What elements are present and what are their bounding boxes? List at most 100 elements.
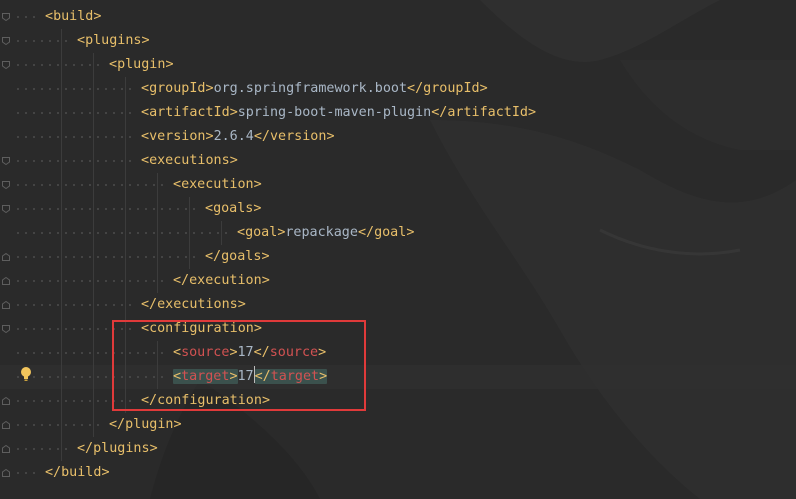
bracket: > [319, 369, 328, 384]
fold-marker-icon[interactable] [2, 37, 10, 45]
code-line[interactable]: <artifactId>spring-boot-maven-plugin</ar… [0, 101, 796, 125]
code-text[interactable]: </execution> [173, 269, 270, 293]
bracket: < [173, 177, 182, 192]
whitespace-dots [14, 280, 169, 282]
whitespace-dots [14, 136, 137, 138]
bracket: > [229, 345, 238, 360]
fold-marker-icon[interactable] [2, 253, 10, 261]
intention-bulb-icon[interactable] [20, 366, 32, 382]
code-line[interactable]: <source>17</source> [0, 341, 796, 365]
fold-marker-icon[interactable] [2, 301, 10, 309]
code-text[interactable]: <groupId>org.springframework.boot</group… [141, 77, 488, 101]
bracket: > [479, 81, 488, 96]
bracket: > [205, 129, 214, 144]
code-line[interactable]: </execution> [0, 269, 796, 293]
fold-marker-icon[interactable] [2, 325, 10, 333]
bracket: </ [141, 297, 158, 312]
whitespace-dots [14, 208, 201, 210]
close-tag: </target> [254, 369, 328, 384]
fold-marker-icon[interactable] [2, 13, 10, 21]
whitespace-dots [14, 88, 137, 90]
fold-marker-icon[interactable] [2, 421, 10, 429]
whitespace-dots [14, 448, 73, 450]
code-line[interactable]: <goals> [0, 197, 796, 221]
bracket: > [173, 417, 182, 432]
bracket: </ [253, 129, 270, 144]
fold-marker-icon[interactable] [2, 469, 10, 477]
fold-marker-icon[interactable] [2, 157, 10, 165]
code-text[interactable]: <goal>repackage</goal> [237, 221, 414, 245]
tag-name: plugins [93, 441, 150, 456]
code-line[interactable]: </build> [0, 461, 796, 485]
code-line[interactable]: <execution> [0, 173, 796, 197]
close-tag: </version> [254, 129, 335, 144]
tag-name: configuration [157, 393, 262, 408]
tag-name: version [149, 129, 206, 144]
code-line[interactable]: <target>17</target> [0, 365, 796, 389]
bracket: < [237, 225, 246, 240]
code-text[interactable]: <version>2.6.4</version> [141, 125, 335, 149]
code-text[interactable]: </plugin> [109, 413, 182, 437]
whitespace-dots [14, 184, 169, 186]
fold-marker-icon[interactable] [2, 181, 10, 189]
whitespace-dots [14, 16, 41, 18]
tag-name: build [61, 465, 102, 480]
tag-name: configuration [149, 321, 254, 336]
code-text[interactable]: <plugin> [109, 53, 174, 77]
code-text[interactable]: <execution> [173, 173, 262, 197]
tag-name: plugin [125, 417, 174, 432]
code-line[interactable]: <configuration> [0, 317, 796, 341]
open-tag: <version> [141, 129, 214, 144]
code-line[interactable]: <groupId>org.springframework.boot</group… [0, 77, 796, 101]
code-line[interactable]: <executions> [0, 149, 796, 173]
close-tag: </groupId> [407, 81, 488, 96]
code-text[interactable]: <source>17</source> [173, 341, 326, 365]
whitespace-dots [14, 328, 137, 330]
code-text[interactable]: <configuration> [141, 317, 262, 341]
code-text[interactable]: <artifactId>spring-boot-maven-plugin</ar… [141, 101, 536, 125]
fold-marker-icon[interactable] [2, 445, 10, 453]
bracket: < [173, 369, 182, 384]
bracket: </ [141, 393, 158, 408]
fold-marker-icon[interactable] [2, 205, 10, 213]
code-text[interactable]: </plugins> [77, 437, 158, 461]
tag-value: 2.6.4 [213, 129, 254, 144]
code-text[interactable]: </build> [45, 461, 110, 485]
indent-guide [189, 197, 190, 269]
code-text[interactable]: <build> [45, 5, 101, 29]
close-tag: </goal> [358, 225, 414, 240]
code-text[interactable]: </configuration> [141, 389, 270, 413]
bracket: </ [205, 249, 222, 264]
fold-marker-icon[interactable] [2, 277, 10, 285]
code-line[interactable]: <build> [0, 5, 796, 29]
bracket: > [165, 57, 174, 72]
code-line[interactable]: </plugin> [0, 413, 796, 437]
indent-guide [221, 221, 222, 245]
code-line[interactable]: </goals> [0, 245, 796, 269]
code-line[interactable]: <version>2.6.4</version> [0, 125, 796, 149]
code-line[interactable]: <goal>repackage</goal> [0, 221, 796, 245]
bracket: > [253, 177, 262, 192]
indent-guide [125, 77, 126, 413]
code-text[interactable]: <plugins> [77, 29, 150, 53]
code-line[interactable]: </executions> [0, 293, 796, 317]
code-line[interactable]: <plugin> [0, 53, 796, 77]
code-editor[interactable]: <build> <plugins> <plugin> <groupId>org.spr… [0, 0, 796, 499]
bracket: < [45, 9, 54, 24]
bracket: > [253, 201, 262, 216]
code-text[interactable]: </executions> [141, 293, 246, 317]
code-text[interactable]: <executions> [141, 149, 238, 173]
code-line[interactable]: <plugins> [0, 29, 796, 53]
code-line[interactable]: </plugins> [0, 437, 796, 461]
code-line[interactable]: </configuration> [0, 389, 796, 413]
fold-marker-icon[interactable] [2, 397, 10, 405]
tag-name: source [181, 345, 230, 360]
whitespace-dots [14, 232, 233, 234]
bracket: > [229, 369, 238, 384]
bracket: </ [45, 465, 62, 480]
code-text[interactable]: <target>17</target> [173, 365, 328, 389]
fold-marker-icon[interactable] [2, 61, 10, 69]
code-text[interactable]: </goals> [205, 245, 270, 269]
bracket: < [77, 33, 86, 48]
code-text[interactable]: <goals> [205, 197, 261, 221]
